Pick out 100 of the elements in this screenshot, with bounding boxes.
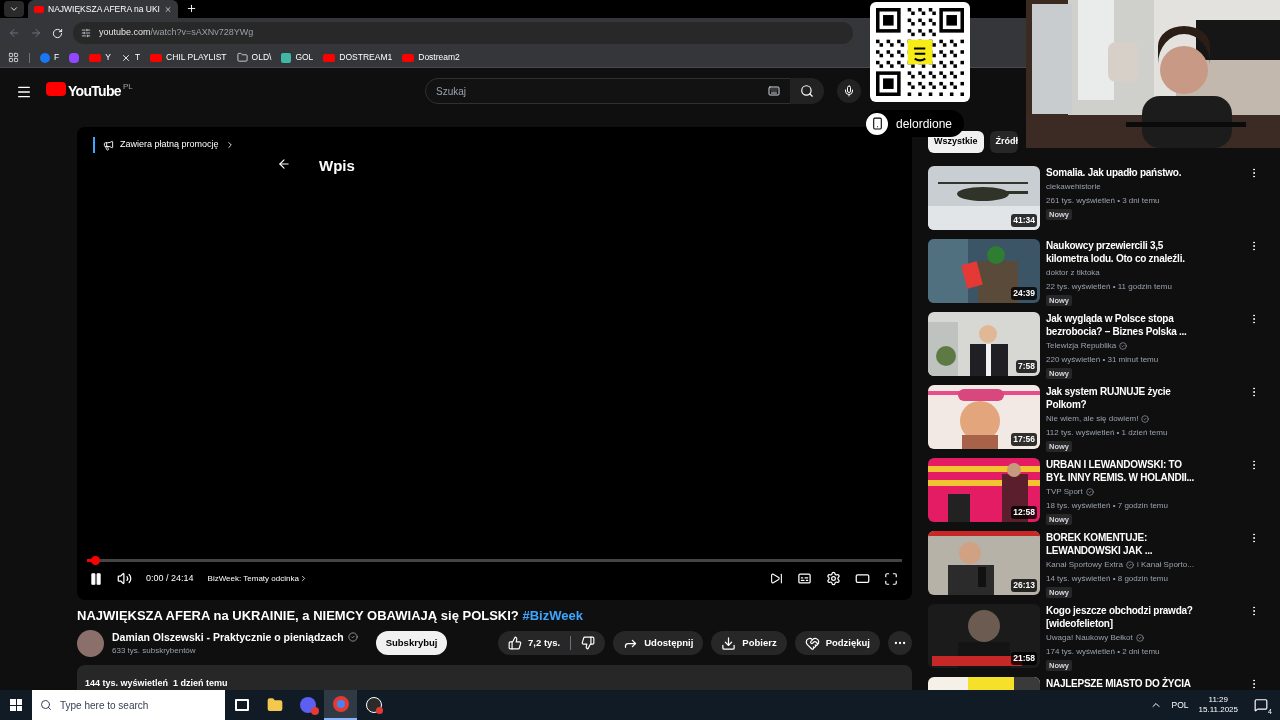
bookmark[interactable]: CHIL PLAYLIST (150, 51, 227, 64)
search-icon (40, 699, 52, 711)
theater-mode-icon[interactable] (855, 571, 870, 586)
video-title[interactable]: NAJLEPSZE MIASTO DO ŻYCIA (1046, 677, 1246, 690)
new-tab-icon[interactable] (186, 3, 197, 14)
progress-track[interactable] (87, 559, 902, 562)
play-logo-icon (89, 53, 102, 62)
video-title[interactable]: URBAN I LEWANDOWSKI: TO BYŁ INNY REMIS. W HOLANDII... (1046, 458, 1246, 484)
video-meta: 22 tys. wyświetleń • 11 godzin temu (1046, 281, 1173, 293)
channel-name[interactable]: i Kanał Sporto... (1136, 559, 1194, 571)
action-button[interactable]: Pobierz (711, 631, 787, 656)
play-logo-icon (402, 53, 415, 62)
facebook-icon (40, 52, 50, 63)
bookmark[interactable]: GOL (281, 51, 314, 64)
duration-badge: 17:56 (1011, 433, 1037, 446)
volume-icon[interactable] (117, 571, 132, 586)
description-panel[interactable]: 144 tys. wyświetleń 1 dzień temu (77, 665, 912, 690)
chat-bubble-icon (69, 52, 80, 63)
clock[interactable]: 11:29 15.11.2025 (1198, 695, 1238, 715)
start-icon[interactable] (10, 699, 22, 711)
play-logo-icon (34, 5, 44, 13)
paid-promotion-label[interactable]: Zawiera płatną promocję (93, 137, 235, 153)
filter-chip[interactable]: Źródł (989, 131, 1019, 153)
video-title[interactable]: BOREK KOMENTUJE: LEWANDOWSKI JAK ... (1046, 531, 1246, 557)
channel-name[interactable]: TVP Sport (1046, 486, 1083, 498)
reload-icon[interactable] (52, 27, 63, 39)
back-icon[interactable] (277, 157, 291, 171)
address-field[interactable]: youtube.com/watch?v=sAXNv728YWg (73, 22, 853, 44)
tab-list-button[interactable] (4, 1, 24, 17)
pause-button[interactable] (89, 571, 103, 586)
folder-icon (236, 52, 248, 63)
bookmark[interactable] (69, 52, 80, 63)
url-text: youtube.com/watch?v=sAXNv728YWg (99, 26, 254, 40)
settings-icon[interactable] (826, 571, 841, 586)
video-title[interactable]: Kogo jeszcze obchodzi prawda? [wideofelieton] (1046, 604, 1246, 630)
like-button[interactable]: 7,2 tys. (498, 636, 571, 651)
folder-icon[interactable] (266, 697, 283, 713)
channel-name[interactable]: Nie wiem, ale się dowiem! (1046, 413, 1139, 425)
task-view-icon[interactable] (234, 699, 249, 711)
messenger-icon[interactable] (299, 697, 316, 713)
channel-name[interactable]: doktor z tiktoka (1046, 267, 1100, 279)
bookmark[interactable]: T (120, 51, 141, 64)
recorder-icon[interactable] (365, 697, 382, 713)
bookmark[interactable]: Y (89, 51, 111, 64)
time-display: 0:00 / 24:14 (146, 571, 194, 585)
duration-badge: 26:13 (1011, 579, 1037, 592)
channel-name[interactable]: Telewizja Republika (1046, 340, 1117, 352)
video-title[interactable]: Somalia. Jak upadło państwo. (1046, 166, 1246, 179)
close-icon[interactable] (163, 4, 172, 14)
fullscreen-icon[interactable] (884, 571, 898, 586)
subscribe-button[interactable]: Subskrybuj (375, 631, 448, 656)
video-meta: 112 tys. wyświetleń • 1 dzień temu (1046, 427, 1169, 439)
video-meta: 261 tys. wyświetleń • 3 dni temu (1046, 195, 1161, 207)
bookmark[interactable]: F (40, 51, 60, 64)
voice-search-button[interactable] (837, 79, 861, 103)
download-icon (721, 635, 737, 651)
channel-avatar[interactable] (77, 629, 104, 657)
search-button[interactable] (790, 78, 824, 104)
play-logo-icon (150, 53, 163, 62)
channel-name[interactable]: Uwaga! Naukowy Bełkot (1046, 632, 1133, 644)
video-title[interactable]: Naukowcy przewiercili 3,5 kilometra lodu. Oto co znaleźli. (1046, 239, 1246, 265)
logo-text[interactable]: YouTube (68, 81, 121, 102)
language-indicator[interactable]: POL (1171, 698, 1189, 712)
video-title[interactable]: Jak wygląda w Polsce stopa bezrobocia? – Biznes Polska ... (1046, 312, 1246, 338)
search-field[interactable]: Szukaj (425, 78, 791, 104)
play-logo-icon (323, 53, 336, 62)
browser-tab[interactable]: NAJWIĘKSZA AFERA na UKI (28, 0, 178, 18)
browser-icon[interactable] (332, 696, 349, 712)
video-meta: 220 wyświetleń • 31 minut temu (1046, 354, 1160, 366)
thumbs-up-icon (508, 636, 523, 651)
apps-icon[interactable] (8, 52, 19, 63)
panel-title: Wpis (319, 156, 355, 176)
next-icon[interactable] (770, 572, 783, 585)
channel-name[interactable]: Damian Olszewski - Praktycznie o pieniądzach (112, 629, 344, 646)
video-player[interactable]: Zawiera płatną promocję Wpis 0:00 / 24:14 BizWeek: Tematy odcinka (77, 127, 912, 600)
video-title[interactable]: Jak system RUJNUJE życie Polkom? (1046, 385, 1246, 411)
channel-name[interactable]: ciekawehistorie (1046, 181, 1101, 193)
qr-code-icon (876, 8, 964, 96)
progress-thumb[interactable] (91, 556, 101, 565)
keyboard-icon[interactable] (768, 85, 780, 97)
taskbar-search-field[interactable]: Type here to search (32, 690, 225, 720)
action-button[interactable]: Podziękuj (794, 631, 880, 656)
bookmark[interactable]: DOSTREAM1 (323, 51, 393, 64)
square-logo-icon (281, 52, 292, 63)
site-settings-icon[interactable] (81, 28, 91, 38)
video-title: NAJWIĘKSZA AFERA na UKRAINIE, a NIEMCY OBAWIAJĄ się POLSKI? #BizWeek (77, 607, 584, 625)
bookmark[interactable]: OLD\ (236, 51, 272, 64)
action-button[interactable]: Udostępnij (613, 631, 704, 656)
dislike-icon[interactable] (581, 636, 596, 651)
region-label: PL (122, 81, 133, 93)
microphone-icon (843, 85, 855, 97)
play-logo-icon[interactable] (46, 82, 66, 96)
channel-name[interactable]: Kanał Sportowy Extra (1046, 559, 1123, 571)
phone-icon (866, 112, 888, 135)
subtitles-icon[interactable] (797, 571, 812, 586)
streamer-handle-badge: delordione (866, 110, 965, 137)
tab-title: NAJWIĘKSZA AFERA na UKI (48, 2, 160, 16)
view-stats: 144 tys. wyświetleń 1 dzień temu (85, 678, 228, 689)
bookmark[interactable]: Dostream2 (402, 51, 460, 64)
chapter-button[interactable]: BizWeek: Tematy odcinka (207, 572, 308, 585)
